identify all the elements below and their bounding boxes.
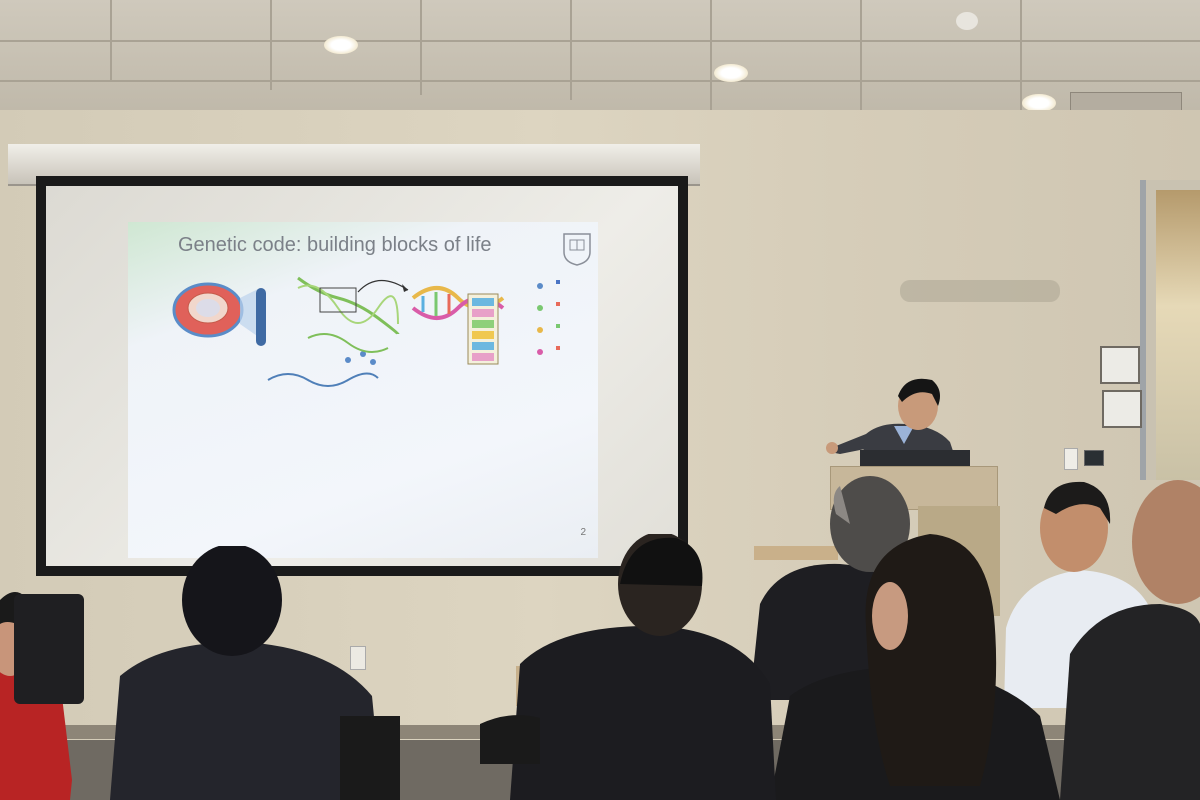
- arrow: [357, 279, 409, 293]
- wall-sign: [1100, 346, 1140, 384]
- light-switch: [1064, 448, 1078, 470]
- ceiling-grid-line: [110, 0, 112, 80]
- nucleosome: [345, 357, 351, 363]
- ceiling-grid-line: [420, 0, 422, 95]
- audience-member-bald: [1060, 480, 1200, 800]
- ceiling-grid-line: [860, 0, 862, 115]
- audience-member-center: [480, 534, 776, 800]
- ceiling-grid-line: [570, 0, 572, 100]
- audience-member-left: [110, 546, 400, 800]
- smoke-detector: [956, 12, 978, 30]
- thermostat: [1084, 450, 1104, 466]
- wall-stain: [900, 280, 1060, 302]
- slide-title: Genetic code: building blocks of life: [178, 234, 492, 256]
- ceiling-light: [714, 64, 748, 82]
- presentation-slide: Genetic code: building blocks of life 2: [128, 222, 598, 558]
- university-crest-icon: [563, 233, 591, 266]
- door-glass: [1156, 190, 1200, 480]
- dna-strand-coil: [267, 372, 379, 387]
- wall-sign: [1102, 390, 1142, 428]
- ceiling-light: [324, 36, 358, 54]
- ceiling-grid-line: [270, 0, 272, 90]
- audience-member-long-hair: [770, 534, 1060, 800]
- dna-ladder: [467, 293, 499, 365]
- genetic-code-diagram: [172, 276, 560, 387]
- chromosome-illustration: [240, 288, 266, 346]
- nucleosome: [370, 359, 376, 365]
- nucleotide-list: [537, 280, 560, 355]
- ceiling-grid-line: [710, 0, 712, 110]
- cell-illustration: [172, 282, 244, 338]
- empty-chair: [14, 594, 84, 704]
